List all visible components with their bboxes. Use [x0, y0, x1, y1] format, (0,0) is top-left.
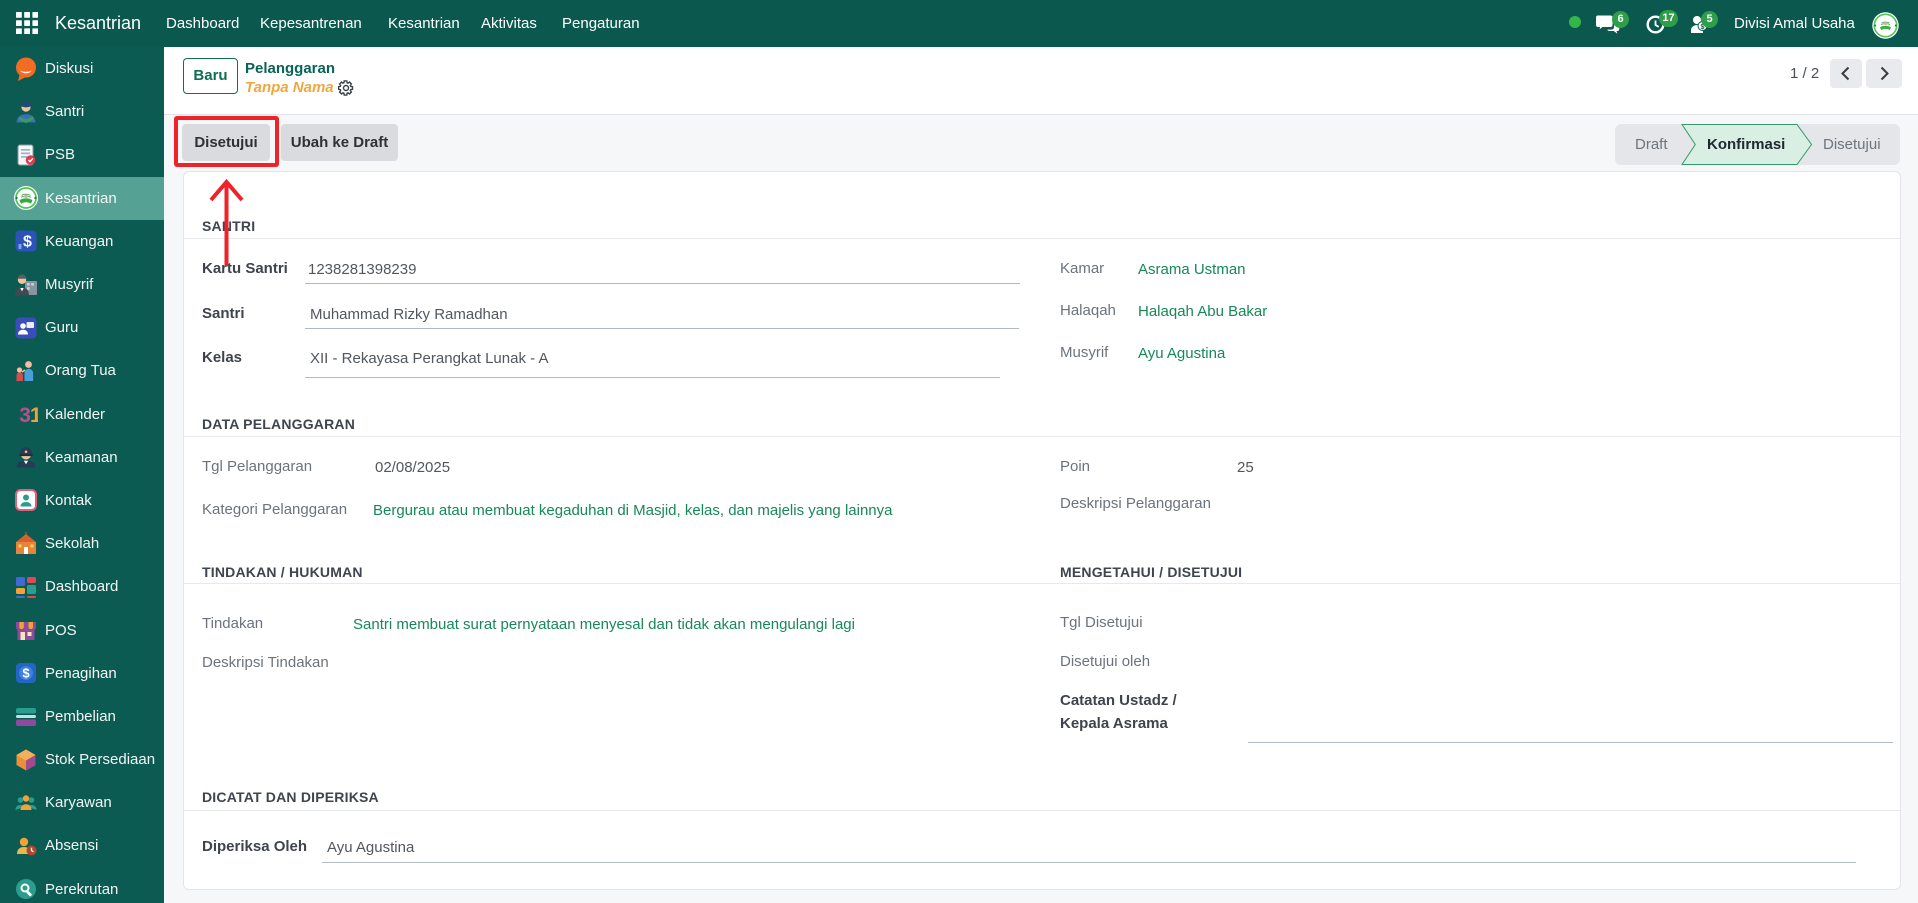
svg-text:1: 1 [30, 404, 38, 426]
svg-text:$: $ [23, 234, 32, 251]
svg-text:$: $ [22, 666, 30, 681]
